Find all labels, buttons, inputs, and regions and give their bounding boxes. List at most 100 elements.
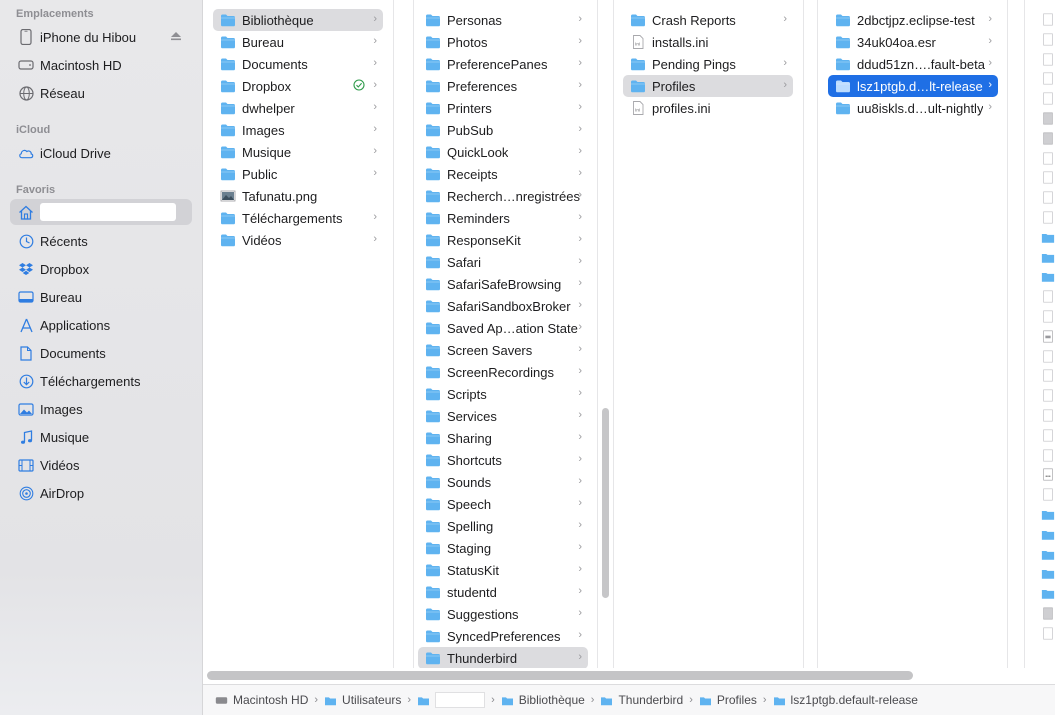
path-crumb[interactable]: [417, 692, 486, 708]
folder-icon[interactable]: [1041, 251, 1055, 264]
file-icon[interactable]: [1041, 409, 1055, 422]
file-icon[interactable]: [1041, 33, 1055, 46]
file-icon[interactable]: [1041, 310, 1055, 323]
file-icon[interactable]: [1041, 152, 1055, 165]
sidebar-item-musique[interactable]: Musique: [10, 424, 192, 450]
file-icon[interactable]: [1041, 13, 1055, 26]
file-icon[interactable]: [1041, 389, 1055, 402]
sidebar-item-videos[interactable]: Vidéos: [10, 452, 192, 478]
sidebar-item-icloud-drive[interactable]: iCloud Drive: [10, 140, 192, 166]
folder-row[interactable]: dwhelper ›: [213, 97, 383, 119]
folder-icon[interactable]: [1041, 270, 1055, 283]
folder-row[interactable]: Sounds ›: [418, 471, 588, 493]
path-crumb[interactable]: lsz1ptgb.default-release: [773, 693, 918, 707]
horizontal-scrollbar[interactable]: [207, 671, 913, 680]
file-icon[interactable]: [1041, 369, 1055, 382]
folder-row[interactable]: ScreenRecordings ›: [418, 361, 588, 383]
sidebar-item-reseau[interactable]: Réseau: [10, 80, 192, 106]
sidebar-item-airdrop[interactable]: AirDrop: [10, 480, 192, 506]
folder-row[interactable]: Staging ›: [418, 537, 588, 559]
folder-row[interactable]: Saved Ap…ation State ›: [418, 317, 588, 339]
folder-row[interactable]: Safari ›: [418, 251, 588, 273]
sidebar-item-dropbox[interactable]: Dropbox: [10, 256, 192, 282]
folder-row[interactable]: Scripts ›: [418, 383, 588, 405]
folder-row[interactable]: PubSub ›: [418, 119, 588, 141]
file-icon[interactable]: [1041, 171, 1055, 184]
folder-row[interactable]: StatusKit ›: [418, 559, 588, 581]
folder-row[interactable]: Photos ›: [418, 31, 588, 53]
folder-row[interactable]: SafariSafeBrowsing ›: [418, 273, 588, 295]
file-icon[interactable]: [1041, 191, 1055, 204]
folder-row[interactable]: Public ›: [213, 163, 383, 185]
file-icon[interactable]: [1041, 449, 1055, 462]
folder-row[interactable]: Crash Reports ›: [623, 9, 793, 31]
folder-row[interactable]: Sharing ›: [418, 427, 588, 449]
folder-row[interactable]: SafariSandboxBroker ›: [418, 295, 588, 317]
file-icon[interactable]: [1041, 211, 1055, 224]
folder-row[interactable]: QuickLook ›: [418, 141, 588, 163]
folder-row[interactable]: Preferences ›: [418, 75, 588, 97]
file-icon[interactable]: [1041, 290, 1055, 303]
folder-row[interactable]: 34uk04oa.esr ›: [828, 31, 998, 53]
folder-row[interactable]: Images ›: [213, 119, 383, 141]
file-icon[interactable]: [1041, 488, 1055, 501]
file-icon[interactable]: [1041, 429, 1055, 442]
folder-row[interactable]: Thunderbird ›: [418, 647, 588, 668]
folder-row[interactable]: Musique ›: [213, 141, 383, 163]
folder-icon[interactable]: [1041, 587, 1055, 600]
folder-row[interactable]: ddud51zn….fault-beta ›: [828, 53, 998, 75]
folder-row[interactable]: Screen Savers ›: [418, 339, 588, 361]
folder-row[interactable]: Téléchargements ›: [213, 207, 383, 229]
file-icon[interactable]: [1041, 627, 1055, 640]
path-crumb[interactable]: Thunderbird: [600, 693, 683, 707]
folder-icon[interactable]: [1041, 567, 1055, 580]
folder-row[interactable]: Suggestions ›: [418, 603, 588, 625]
folder-row[interactable]: SyncedPreferences ›: [418, 625, 588, 647]
folder-row[interactable]: Profiles ›: [623, 75, 793, 97]
file-icon[interactable]: [1041, 72, 1055, 85]
file-icon[interactable]: [1041, 350, 1055, 363]
folder-row[interactable]: ResponseKit ›: [418, 229, 588, 251]
sidebar-item-images[interactable]: Images: [10, 396, 192, 422]
path-crumb[interactable]: Macintosh HD: [215, 693, 308, 707]
file-row[interactable]: ini profiles.ini: [623, 97, 793, 119]
sidebar-item-bureau[interactable]: Bureau: [10, 284, 192, 310]
folder-row[interactable]: Dropbox ›: [213, 75, 383, 97]
folder-row[interactable]: Bibliothèque ›: [213, 9, 383, 31]
folder-icon[interactable]: [1041, 548, 1055, 561]
file-icon[interactable]: [1041, 132, 1055, 145]
folder-row[interactable]: Spelling ›: [418, 515, 588, 537]
folder-icon[interactable]: [1041, 231, 1055, 244]
file-row[interactable]: Tafunatu.png: [213, 185, 383, 207]
folder-row[interactable]: Receipts ›: [418, 163, 588, 185]
folder-row[interactable]: uu8iskls.d…ult-nightly ›: [828, 97, 998, 119]
file-icon[interactable]: [1041, 112, 1055, 125]
sidebar-item-documents[interactable]: Documents: [10, 340, 192, 366]
path-crumb[interactable]: Utilisateurs: [324, 693, 401, 707]
path-crumb[interactable]: Bibliothèque: [501, 693, 585, 707]
folder-row[interactable]: Shortcuts ›: [418, 449, 588, 471]
sidebar-item-recents[interactable]: Récents: [10, 228, 192, 254]
file-icon[interactable]: [1041, 53, 1055, 66]
sidebar-item-telechargements[interactable]: Téléchargements: [10, 368, 192, 394]
folder-row[interactable]: Reminders ›: [418, 207, 588, 229]
sidebar-item-iphone[interactable]: iPhone du Hibou: [10, 24, 192, 50]
sidebar-item-home[interactable]: [10, 199, 192, 225]
folder-icon[interactable]: [1041, 508, 1055, 521]
folder-row[interactable]: PreferencePanes ›: [418, 53, 588, 75]
folder-row[interactable]: Speech ›: [418, 493, 588, 515]
path-crumb[interactable]: Profiles: [699, 693, 757, 707]
folder-row[interactable]: 2dbctjpz.eclipse-test ›: [828, 9, 998, 31]
folder-row[interactable]: Personas ›: [418, 9, 588, 31]
folder-row[interactable]: lsz1ptgb.d…lt-release ›: [828, 75, 998, 97]
file-icon[interactable]: [1041, 468, 1055, 481]
sidebar-item-macintosh-hd[interactable]: Macintosh HD: [10, 52, 192, 78]
folder-row[interactable]: Recherch…nregistrées ›: [418, 185, 588, 207]
folder-row[interactable]: studentd ›: [418, 581, 588, 603]
folder-icon[interactable]: [1041, 528, 1055, 541]
folder-row[interactable]: Documents ›: [213, 53, 383, 75]
file-icon[interactable]: [1041, 92, 1055, 105]
folder-row[interactable]: Services ›: [418, 405, 588, 427]
sidebar-item-applications[interactable]: Applications: [10, 312, 192, 338]
file-row[interactable]: ini installs.ini: [623, 31, 793, 53]
